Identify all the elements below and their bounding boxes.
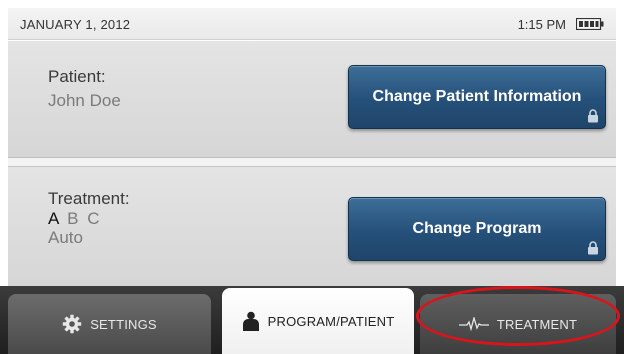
change-patient-info-label: Change Patient Information (372, 88, 582, 105)
status-bar: JANUARY 1, 2012 1:15 PM (8, 8, 616, 40)
treatment-panel: Treatment: A B C Auto Change Program (8, 166, 616, 286)
tab-treatment-label: TREATMENT (496, 316, 578, 332)
treatment-mode: Auto (48, 228, 83, 247)
patient-name: John Doe (48, 91, 121, 110)
change-program-label: Change Program (412, 220, 542, 237)
status-date: JANUARY 1, 2012 (20, 17, 131, 32)
device-screen: JANUARY 1, 2012 1:15 PM Patient: John Do… (0, 0, 624, 354)
program-list: A B C (48, 209, 102, 229)
program-c: C (87, 209, 102, 228)
tab-program-patient[interactable]: PROGRAM/PATIENT (222, 288, 414, 354)
program-b: B (67, 209, 81, 228)
panel-divider (8, 158, 616, 166)
status-time: 1:15 PM (517, 17, 566, 32)
tab-treatment[interactable]: TREATMENT (420, 294, 616, 354)
patient-panel: Patient: John Doe Change Patient Informa… (8, 41, 616, 158)
tab-bar: SETTINGS PROGRAM/PATIENT TREATMENT (0, 286, 624, 354)
person-icon (242, 311, 259, 331)
waveform-icon (458, 317, 489, 331)
tab-settings[interactable]: SETTINGS (8, 294, 211, 354)
lock-icon (588, 109, 598, 123)
lock-icon (588, 241, 598, 255)
tab-settings-label: SETTINGS (90, 316, 157, 332)
change-program-button[interactable]: Change Program (348, 197, 606, 261)
change-patient-info-button[interactable]: Change Patient Information (348, 65, 606, 129)
program-a: A (48, 209, 61, 228)
treatment-label: Treatment: (48, 189, 130, 208)
battery-icon (576, 18, 604, 30)
tab-program-patient-label: PROGRAM/PATIENT (267, 313, 395, 329)
patient-label: Patient: (48, 67, 106, 86)
gear-icon (62, 314, 82, 334)
